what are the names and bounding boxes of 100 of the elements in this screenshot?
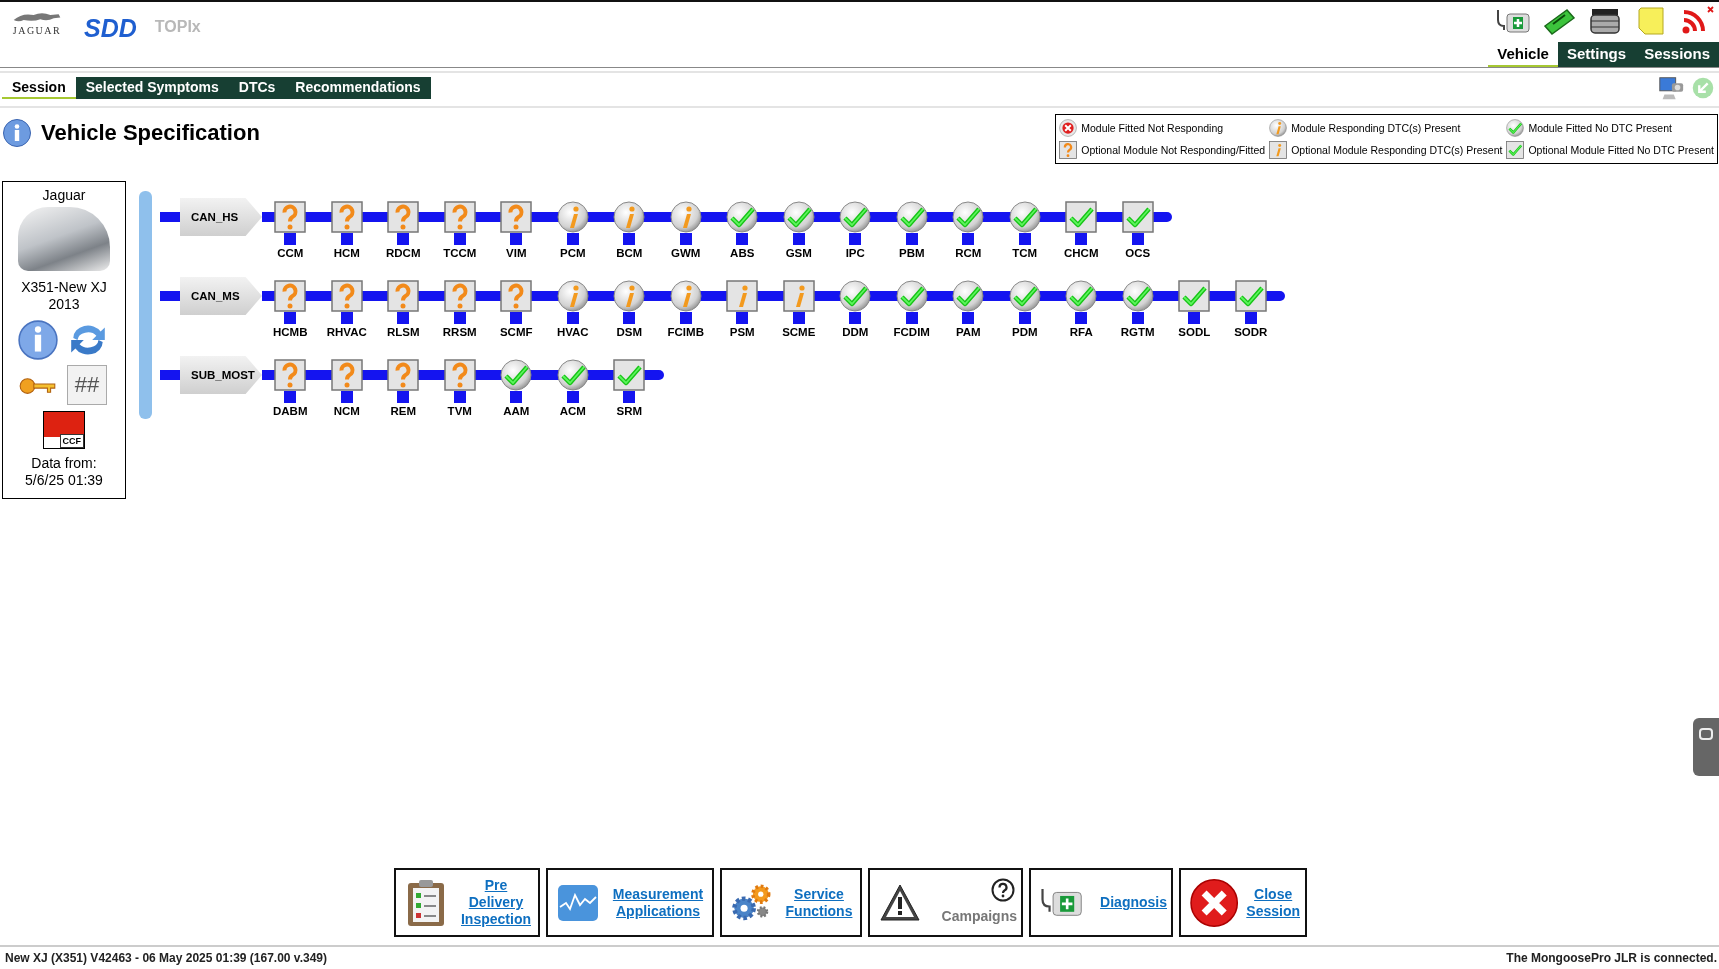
module-node[interactable]: ACM <box>544 359 601 417</box>
side-handle[interactable] <box>1693 718 1719 776</box>
session-tab[interactable]: Recommendations <box>285 77 431 99</box>
module-node[interactable]: TVM <box>431 359 488 417</box>
connector-stem <box>849 312 862 324</box>
monitor-camera-icon[interactable] <box>1657 74 1685 102</box>
module-node[interactable]: TCM <box>996 201 1053 259</box>
info-status-icon <box>1269 119 1288 137</box>
session-tab[interactable]: DTCs <box>228 77 286 99</box>
module-node[interactable]: RLSM <box>375 280 432 338</box>
module-node[interactable]: PSM <box>714 280 771 338</box>
info-status-icon <box>669 280 702 312</box>
module-node[interactable]: PCM <box>544 201 601 259</box>
connector-stem <box>736 233 749 245</box>
connector-stem <box>510 233 523 245</box>
connector-stem <box>1018 233 1031 245</box>
check-status-icon <box>1008 201 1041 233</box>
check-status-icon <box>1506 119 1525 137</box>
connector-stem <box>1244 312 1257 324</box>
info-status-icon <box>613 280 646 312</box>
action-button[interactable]: Measurement Applications <box>546 868 714 937</box>
circuit-board-icon[interactable] <box>1541 6 1577 36</box>
module-label: DSM <box>616 326 643 338</box>
question-status-icon <box>387 359 420 391</box>
module-node[interactable]: ABS <box>714 201 771 259</box>
check-status-icon <box>1121 201 1154 233</box>
check-status-icon <box>726 201 759 233</box>
module-label: VIM <box>506 247 527 259</box>
module-node[interactable]: RDCM <box>375 201 432 259</box>
module-node[interactable]: SODL <box>1166 280 1223 338</box>
module-node[interactable]: RFA <box>1053 280 1110 338</box>
module-node[interactable]: AAM <box>488 359 545 417</box>
battery-icon[interactable] <box>1587 6 1623 36</box>
module-label: HCMB <box>273 326 308 338</box>
module-node[interactable]: VIM <box>488 201 545 259</box>
module-node[interactable]: PDM <box>996 280 1053 338</box>
question-status-icon <box>274 359 307 391</box>
session-tab[interactable]: Selected Symptoms <box>75 77 229 99</box>
module-node[interactable]: HCM <box>318 201 375 259</box>
info-status-icon <box>556 201 589 233</box>
module-node[interactable]: FCIMB <box>657 280 714 338</box>
vehicle-model: X351-New XJ <box>21 279 107 296</box>
check-status-icon <box>613 359 646 391</box>
action-button[interactable]: Diagnosis <box>1029 868 1173 937</box>
module-node[interactable]: CCM <box>262 201 319 259</box>
module-node[interactable]: SCMF <box>488 280 545 338</box>
module-node[interactable]: HVAC <box>544 280 601 338</box>
ccf-file-icon[interactable]: CCF <box>43 411 85 449</box>
nav-tab[interactable]: Settings <box>1557 42 1636 67</box>
connector-stem <box>736 312 749 324</box>
module-node[interactable]: RRSM <box>431 280 488 338</box>
check-status-icon <box>1008 280 1041 312</box>
module-node[interactable]: HCMB <box>262 280 319 338</box>
connector-stem <box>397 391 410 403</box>
module-node[interactable]: SODR <box>1222 280 1279 338</box>
connector-stem <box>962 312 975 324</box>
module-node[interactable]: TCCM <box>431 201 488 259</box>
module-node[interactable]: DABM <box>262 359 319 417</box>
hash-document-icon[interactable]: ## <box>67 365 107 405</box>
module-node[interactable]: RCM <box>940 201 997 259</box>
module-label: SCME <box>782 326 816 338</box>
nav-tab[interactable]: Sessions <box>1635 42 1719 67</box>
module-node[interactable]: IPC <box>827 201 884 259</box>
module-node[interactable]: BCM <box>601 201 658 259</box>
check-status-icon <box>895 201 928 233</box>
module-node[interactable]: NCM <box>318 359 375 417</box>
connector-stem <box>510 312 523 324</box>
module-node[interactable]: DSM <box>601 280 658 338</box>
connector-stem <box>792 233 805 245</box>
info-icon[interactable] <box>17 319 59 361</box>
module-node[interactable]: SRM <box>601 359 658 417</box>
connector-stem <box>284 312 297 324</box>
connector-stem <box>284 391 297 403</box>
module-node[interactable]: DDM <box>827 280 884 338</box>
action-button[interactable]: Pre Delivery Inspection <box>394 868 540 937</box>
module-label: BCM <box>616 247 643 259</box>
module-node[interactable]: FCDIM <box>883 280 940 338</box>
module-node[interactable]: PBM <box>883 201 940 259</box>
check-status-icon <box>952 201 985 233</box>
connector-stem <box>284 233 297 245</box>
question-status-icon <box>330 280 363 312</box>
action-button[interactable]: Service Functions <box>720 868 862 937</box>
page-title: Vehicle Specification <box>41 120 260 146</box>
question-status-icon <box>443 280 476 312</box>
check-status-icon <box>500 359 533 391</box>
module-label: RLSM <box>386 326 420 338</box>
action-button[interactable]: Close Session <box>1179 868 1307 937</box>
module-node[interactable]: RGTM <box>1109 280 1166 338</box>
connector-stem <box>340 312 353 324</box>
module-node[interactable]: PAM <box>940 280 997 338</box>
module-node[interactable]: OCS <box>1109 201 1166 259</box>
module-node[interactable]: GSM <box>770 201 827 259</box>
module-label: ACM <box>559 405 586 417</box>
vehicle-year: 2013 <box>48 296 80 313</box>
module-node[interactable]: RHVAC <box>318 280 375 338</box>
info-icon <box>2 118 32 148</box>
module-node[interactable]: GWM <box>657 201 714 259</box>
module-node[interactable]: CHCM <box>1053 201 1110 259</box>
module-node[interactable]: REM <box>375 359 432 417</box>
module-node[interactable]: SCME <box>770 280 827 338</box>
